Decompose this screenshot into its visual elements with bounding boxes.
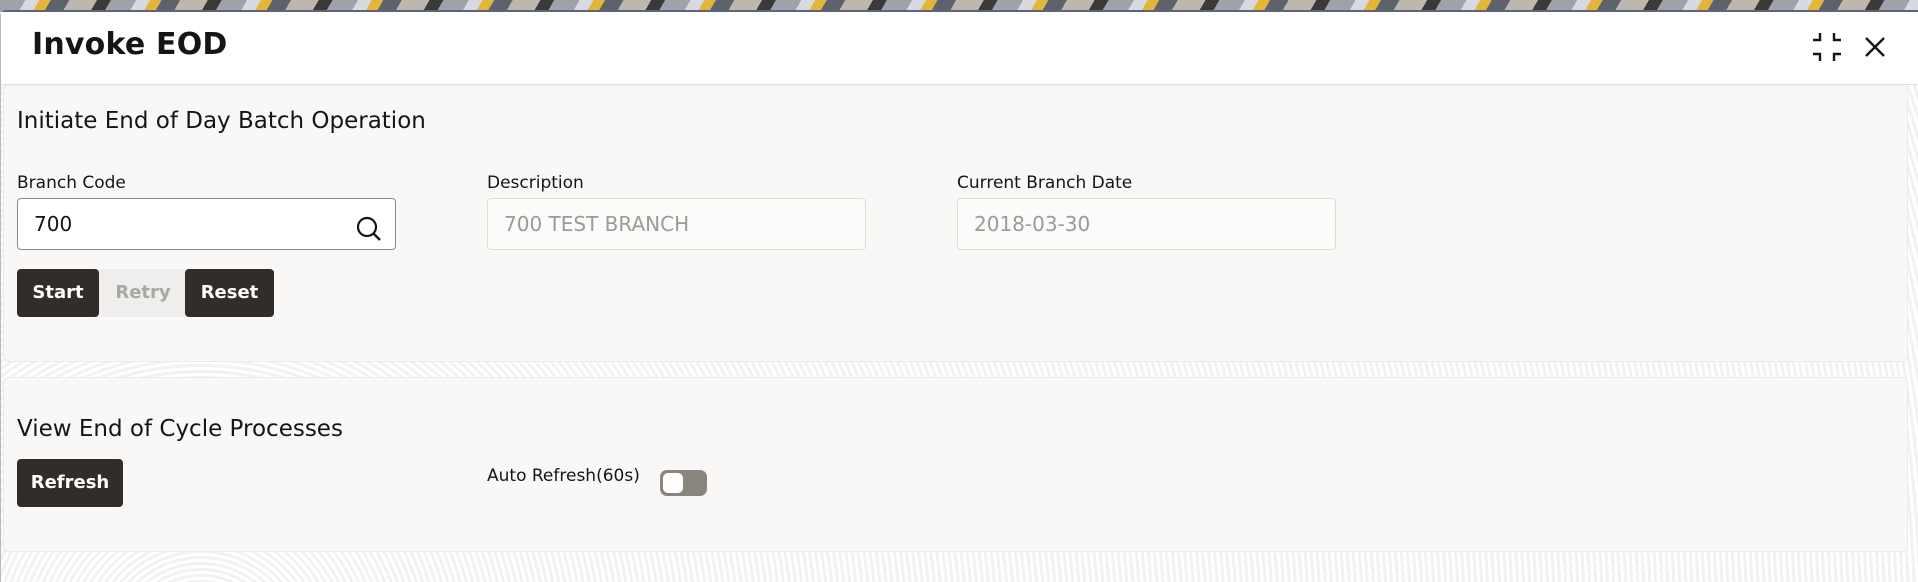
section-title: Initiate End of Day Batch Operation: [17, 108, 426, 134]
auto-refresh-label: Auto Refresh(60s): [487, 466, 640, 486]
toggle-knob: [663, 473, 683, 493]
dialog-title: Invoke EOD: [32, 27, 228, 62]
retry-button[interactable]: Retry: [99, 269, 187, 317]
search-icon[interactable]: [355, 211, 383, 241]
description-input[interactable]: 700 TEST BRANCH: [487, 198, 866, 250]
initiate-eod-section: Initiate End of Day Batch Operation Bran…: [3, 85, 1908, 362]
description-value: 700 TEST BRANCH: [504, 212, 690, 236]
branch-code-value: 700: [34, 212, 73, 236]
current-branch-date-label: Current Branch Date: [957, 173, 1133, 193]
branch-code-label: Branch Code: [17, 173, 126, 193]
description-label: Description: [487, 173, 584, 193]
close-icon[interactable]: [1863, 35, 1887, 59]
reset-button[interactable]: Reset: [185, 269, 274, 317]
branch-code-input[interactable]: 700: [17, 198, 396, 250]
invoke-eod-dialog: Invoke EOD Initiate End of Day Batch Ope…: [0, 10, 1918, 582]
section-title: View End of Cycle Processes: [17, 416, 343, 442]
current-branch-date-input[interactable]: 2018-03-30: [957, 198, 1336, 250]
start-button[interactable]: Start: [17, 269, 99, 317]
dialog-header: Invoke EOD: [1, 12, 1918, 85]
collapse-icon[interactable]: [1811, 31, 1843, 63]
view-eoc-processes-section: View End of Cycle Processes Refresh Auto…: [3, 377, 1908, 552]
auto-refresh-toggle[interactable]: [660, 470, 707, 496]
current-branch-date-value: 2018-03-30: [974, 212, 1091, 236]
refresh-button[interactable]: Refresh: [17, 459, 123, 507]
